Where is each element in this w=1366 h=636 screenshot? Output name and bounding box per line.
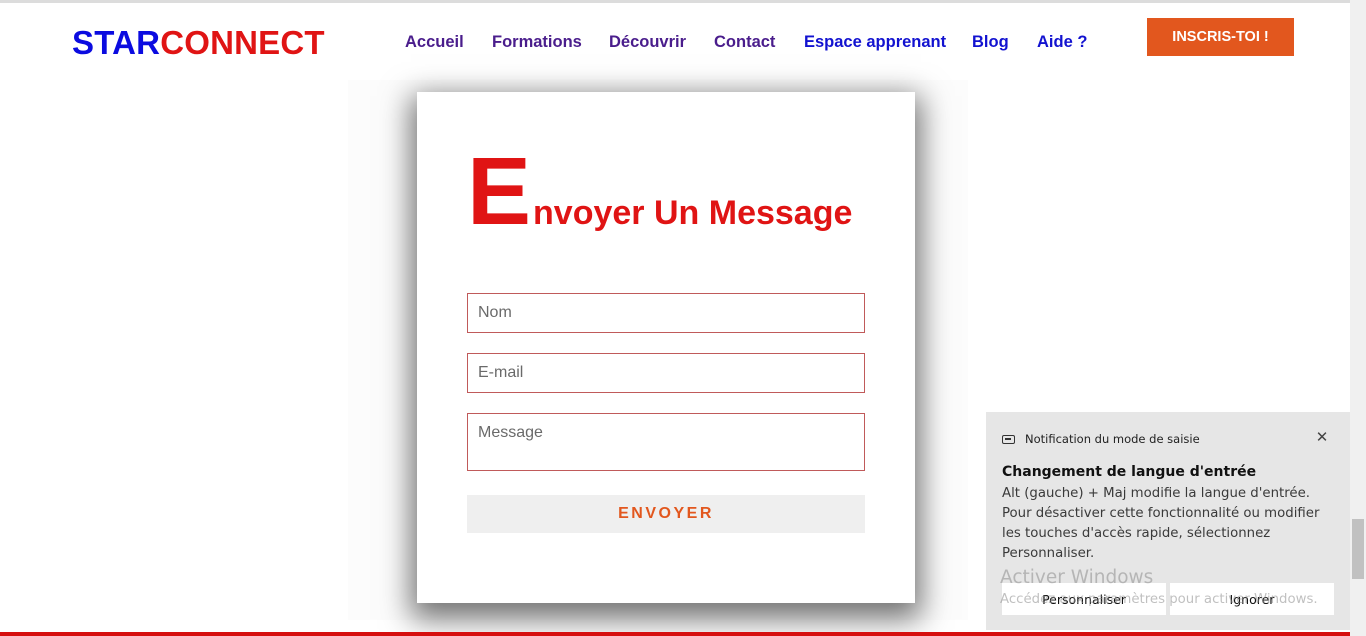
ignore-button[interactable]: Ignorer (1170, 583, 1334, 615)
signup-button[interactable]: INSCRIS-TOI ! (1147, 18, 1294, 56)
name-input[interactable] (467, 293, 865, 333)
site-logo[interactable]: STARCONNECT (72, 24, 325, 62)
send-button[interactable]: ENVOYER (467, 495, 865, 533)
nav-espace-apprenant[interactable]: Espace apprenant (804, 33, 946, 52)
keyboard-icon (1002, 434, 1015, 444)
logo-connect-text: CONNECT (160, 24, 325, 61)
email-input[interactable] (467, 353, 865, 393)
notification-title: Changement de langue d'entrée (1002, 464, 1257, 480)
form-title-rest: nvoyer Un Message (533, 194, 853, 232)
nav-accueil[interactable]: Accueil (405, 33, 464, 52)
input-mode-notification: Notification du mode de saisie ✕ Changem… (986, 412, 1350, 630)
notification-body: Alt (gauche) + Maj modifie la langue d'e… (1002, 486, 1320, 561)
contact-form-card: Envoyer Un Message ENVOYER (417, 92, 915, 603)
notification-header: Notification du mode de saisie (1002, 432, 1200, 446)
message-input[interactable] (467, 413, 865, 471)
nav-formations[interactable]: Formations (492, 33, 582, 52)
scrollbar-thumb[interactable] (1352, 519, 1364, 579)
footer-red-line (0, 632, 1350, 636)
background-left (0, 80, 348, 620)
notification-header-text: Notification du mode de saisie (1025, 432, 1200, 446)
customize-button[interactable]: Personnaliser (1002, 583, 1166, 615)
nav-contact[interactable]: Contact (714, 33, 775, 52)
logo-star-text: STAR (72, 24, 161, 61)
nav-blog[interactable]: Blog (972, 33, 1009, 52)
close-icon[interactable]: ✕ (1312, 427, 1332, 447)
nav-aide[interactable]: Aide ? (1037, 33, 1087, 52)
site-header: STARCONNECT Accueil Formations Découvrir… (0, 3, 1350, 80)
form-title: Envoyer Un Message (467, 138, 887, 245)
form-title-initial: E (467, 138, 532, 245)
nav-decouvrir[interactable]: Découvrir (609, 33, 686, 52)
